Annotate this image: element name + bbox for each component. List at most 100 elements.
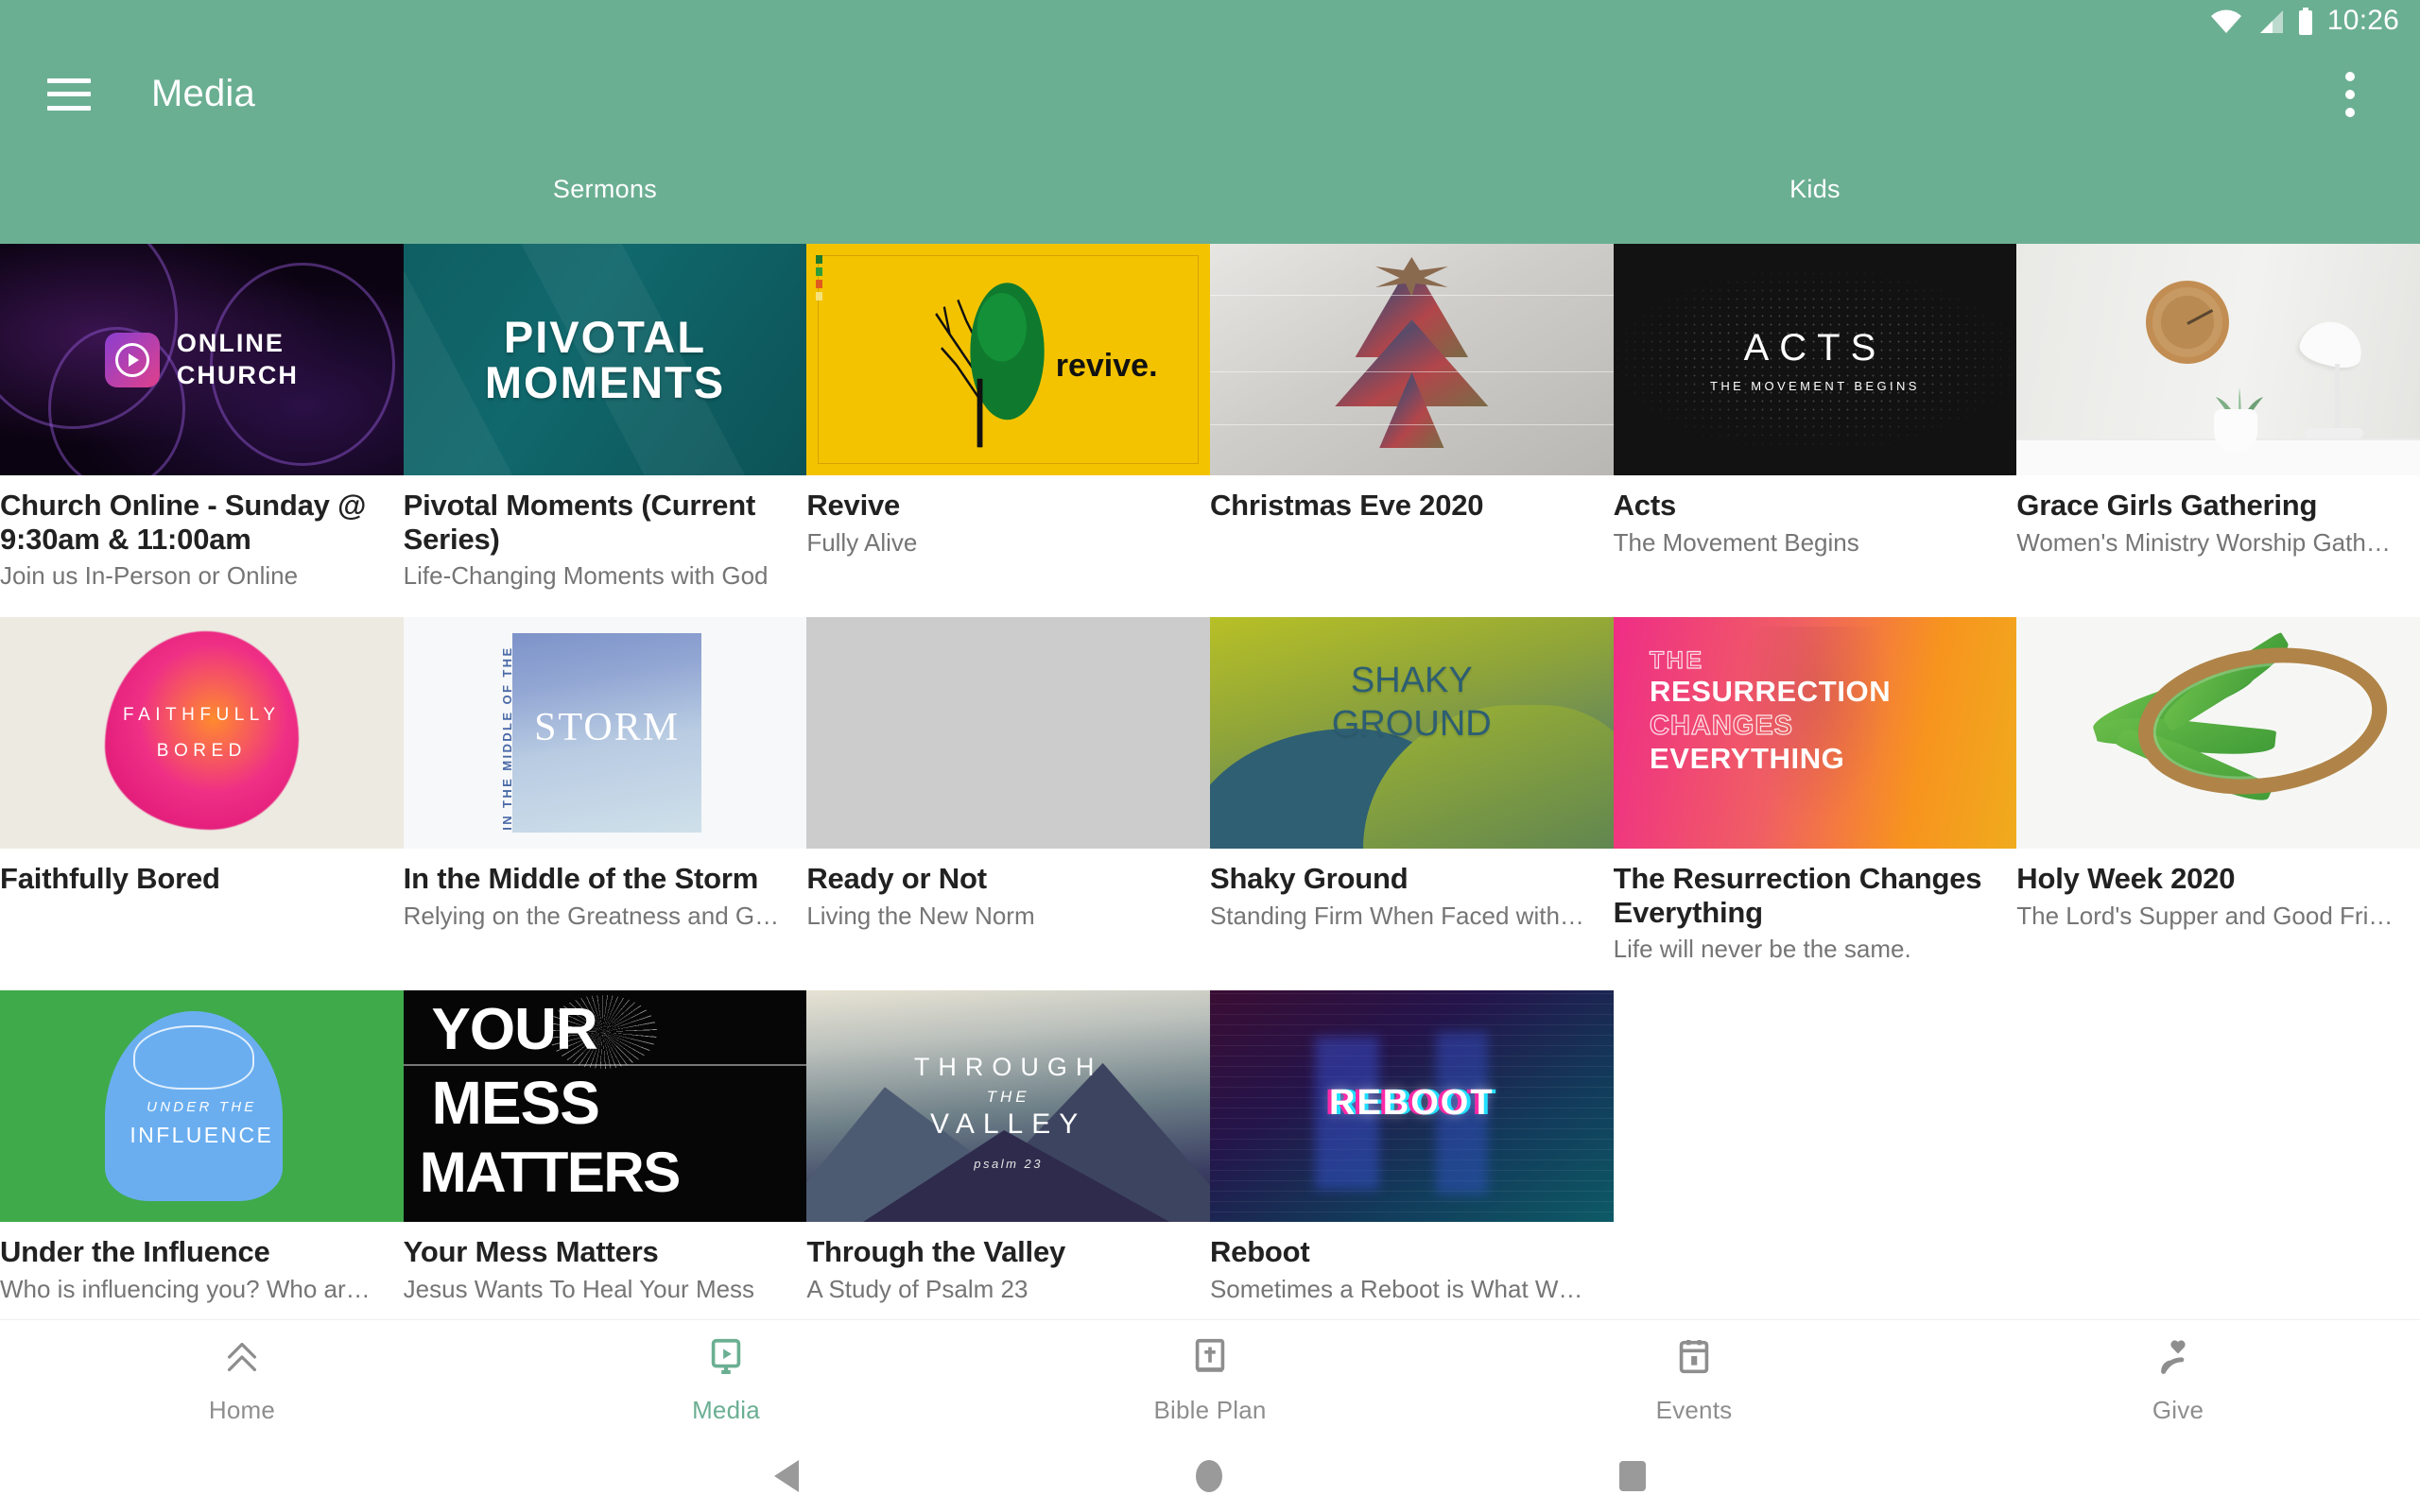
card-body: Grace Girls Gathering Women's Ministry W…: [2016, 475, 2420, 617]
artwork-line-1: ONLINE: [176, 328, 285, 357]
back-triangle-icon[interactable]: [774, 1459, 799, 1492]
card-title: Acts: [1613, 489, 1677, 522]
grid-row: FAITHFULLY BORED Faithfully Bored STORM …: [0, 617, 2420, 990]
nav-item-home[interactable]: Home: [0, 1335, 484, 1425]
artwork-subtitle: THE MOVEMENT BEGINS: [1710, 378, 1920, 393]
media-card-ready-or-not[interactable]: READY OR NOT Ready or Not Living the New…: [806, 617, 1210, 990]
card-body: Acts The Movement Begins: [1614, 475, 2017, 617]
artwork-through-the-valley: THROUGH THE VALLEY psalm 23: [806, 990, 1210, 1222]
christmas-tree-icon: [1335, 257, 1489, 448]
artwork-line-3: MATTERS: [419, 1141, 682, 1205]
media-card-in-the-middle-of-the-storm[interactable]: STORM IN THE MIDDLE OF THE In the Middle…: [403, 617, 807, 990]
nav-item-bible-plan[interactable]: Bible Plan: [968, 1335, 1452, 1425]
card-thumbnail: [2016, 244, 2420, 475]
hamburger-menu-icon[interactable]: [47, 77, 91, 111]
card-body: Under the Influence Who is influencing y…: [0, 1222, 404, 1319]
status-bar-clock: 10:26: [2326, 5, 2399, 36]
card-thumbnail: ONLINE CHURCH: [0, 244, 404, 475]
media-card-through-the-valley[interactable]: THROUGH THE VALLEY psalm 23 Through the …: [806, 990, 1210, 1319]
card-subtitle: The Movement Begins: [1613, 527, 1859, 557]
media-card-grace-girls-gathering[interactable]: Grace Girls Gathering Women's Ministry W…: [2016, 244, 2420, 617]
crown-of-thorns-icon: [2128, 632, 2397, 810]
media-card-shaky-ground[interactable]: SHAKY GROUND Shaky Ground Standing Firm …: [1209, 617, 1614, 990]
artwork-line-1: FAITHFULLY: [123, 704, 281, 725]
tab-sermons[interactable]: Sermons: [0, 175, 1210, 204]
card-title: Church Online - Sunday @ 9:30am & 11:00a…: [0, 489, 367, 556]
media-card-resurrection-changes-everything[interactable]: THE RESURRECTION CHANGES EVERYTHING The …: [1613, 617, 2017, 990]
more-vert-icon[interactable]: [2342, 64, 2358, 125]
card-body: Ready or Not Living the New Norm: [806, 849, 1210, 990]
artwork-line-2: CHURCH: [176, 360, 299, 389]
artwork-line-2: BORED: [156, 740, 247, 761]
card-subtitle: The Lord's Supper and Good Fri…: [2016, 901, 2394, 930]
artwork-line-4: psalm 23: [974, 1157, 1044, 1172]
grid-row: UNDER THE INFLUENCE Under the Influence …: [0, 990, 2420, 1319]
nav-label: Media: [692, 1395, 760, 1424]
card-subtitle: Relying on the Greatness and G…: [403, 901, 780, 930]
artwork-line-3: VALLEY: [930, 1108, 1087, 1140]
artwork-line-1: THROUGH: [913, 1053, 1103, 1082]
artwork-line-2: GROUND: [1331, 704, 1492, 745]
bible-book-icon: [1188, 1335, 1232, 1383]
hand-heart-icon: [2156, 1335, 2200, 1383]
card-subtitle: Join us In-Person or Online: [0, 561, 299, 591]
media-card-holy-week-2020[interactable]: Holy Week 2020 The Lord's Supper and Goo…: [2016, 617, 2420, 990]
artwork-line-2: MESS: [431, 1069, 600, 1138]
card-title: Your Mess Matters: [403, 1235, 659, 1268]
card-subtitle: Jesus Wants To Heal Your Mess: [403, 1274, 755, 1303]
artwork-resurrection: THE RESURRECTION CHANGES EVERYTHING: [1613, 617, 2017, 849]
artwork-christmas-eve: [1209, 244, 1614, 475]
artwork-line-1: UNDER THE: [147, 1099, 257, 1116]
card-thumbnail: PIVOTAL MOMENTS: [403, 244, 807, 475]
nav-item-give[interactable]: Give: [1936, 1335, 2420, 1425]
card-thumbnail: THE RESURRECTION CHANGES EVERYTHING: [1613, 617, 2017, 849]
artwork-line-2: THE: [986, 1087, 1030, 1106]
nav-item-media[interactable]: Media: [484, 1335, 968, 1425]
artwork-line-1: YOUR: [431, 997, 598, 1063]
artwork-grace-girls: [2016, 244, 2420, 475]
wifi-icon: [2210, 9, 2242, 34]
brain-circuit-icon: [132, 1024, 254, 1091]
card-subtitle: Life-Changing Moments with God: [403, 561, 769, 591]
grid-row: ONLINE CHURCH Church Online - Sunday @ 9:…: [0, 244, 2420, 617]
artwork-word: STORM: [534, 705, 681, 749]
media-card-faithfully-bored[interactable]: FAITHFULLY BORED Faithfully Bored: [0, 617, 404, 990]
card-body: Through the Valley A Study of Psalm 23: [806, 1222, 1210, 1319]
media-card-under-the-influence[interactable]: UNDER THE INFLUENCE Under the Influence …: [0, 990, 404, 1319]
page-title: Media: [151, 73, 255, 114]
nav-item-events[interactable]: Events: [1452, 1335, 1936, 1425]
artwork-line-1: PIVOTAL: [503, 311, 707, 362]
tab-kids[interactable]: Kids: [1210, 175, 2420, 204]
media-grid: ONLINE CHURCH Church Online - Sunday @ 9:…: [0, 244, 2420, 1319]
media-card-revive[interactable]: revive. Revive Fully Alive: [806, 244, 1210, 617]
media-card-pivotal-moments[interactable]: PIVOTAL MOMENTS Pivotal Moments (Current …: [403, 244, 807, 617]
media-card-reboot[interactable]: REBOOT Reboot Sometimes a Reboot is What…: [1209, 990, 1614, 1319]
artwork-vertical-text: IN THE MIDDLE OF THE: [500, 645, 515, 831]
card-title: Revive: [806, 489, 901, 522]
media-card-your-mess-matters[interactable]: YOUR MESS MATTERS Your Mess Matters Jesu…: [403, 990, 807, 1319]
recents-square-icon[interactable]: [1619, 1460, 1646, 1491]
artwork-holy-week: [2016, 617, 2420, 849]
media-card-church-online[interactable]: ONLINE CHURCH Church Online - Sunday @ 9:…: [0, 244, 404, 617]
card-thumbnail: REBOOT: [1209, 990, 1614, 1222]
card-thumbnail: revive.: [806, 244, 1210, 475]
card-title: Ready or Not: [806, 862, 987, 895]
card-title: The Resurrection Changes Everything: [1613, 862, 1982, 929]
card-subtitle: Women's Ministry Worship Gath…: [2016, 527, 2391, 557]
artwork-line-1: SHAKY: [1350, 661, 1473, 701]
media-card-acts[interactable]: ACTS THE MOVEMENT BEGINS Acts The Moveme…: [1613, 244, 2017, 617]
artwork-word: revive.: [1055, 348, 1158, 385]
home-circle-icon[interactable]: [1196, 1459, 1222, 1492]
card-thumbnail: SHAKY GROUND: [1209, 617, 1614, 849]
card-thumbnail: ACTS THE MOVEMENT BEGINS: [1613, 244, 2017, 475]
artwork-online-church: ONLINE CHURCH: [0, 244, 404, 475]
nav-label: Home: [208, 1395, 276, 1424]
media-card-christmas-eve-2020[interactable]: Christmas Eve 2020: [1209, 244, 1614, 617]
card-title: In the Middle of the Storm: [403, 862, 759, 895]
artwork-line-2: INFLUENCE: [130, 1122, 274, 1147]
bottom-navigation: Home Media Bible Plan Events Give: [0, 1319, 2420, 1439]
card-thumbnail: READY OR NOT: [806, 617, 1210, 849]
artwork-storm: STORM IN THE MIDDLE OF THE: [403, 617, 807, 849]
card-title: Faithfully Bored: [0, 862, 220, 895]
card-body: Holy Week 2020 The Lord's Supper and Goo…: [2016, 849, 2420, 990]
